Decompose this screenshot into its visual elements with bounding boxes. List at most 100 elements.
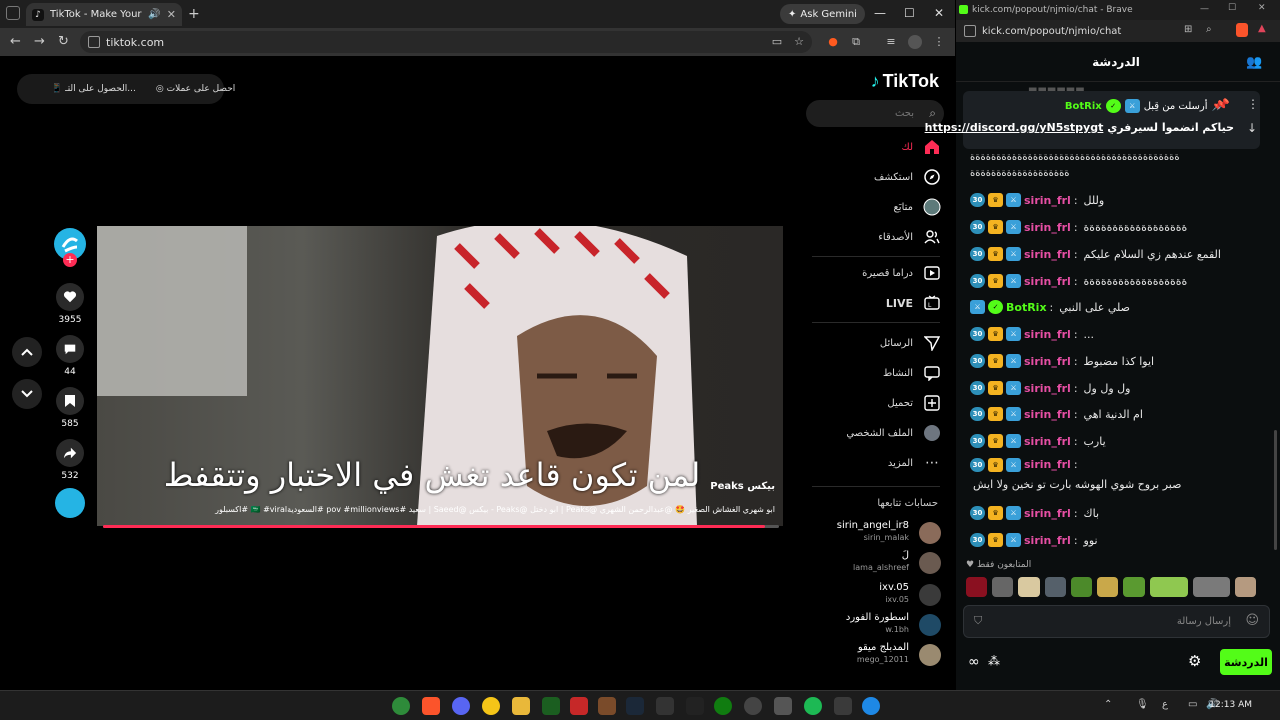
close-tab-icon[interactable]: ✕: [167, 8, 176, 21]
chat-scrollbar[interactable]: [1274, 430, 1277, 550]
cast-icon[interactable]: ▭: [770, 35, 784, 49]
discord-taskbar-icon[interactable]: [452, 697, 470, 715]
app-taskbar-icon[interactable]: [482, 697, 500, 715]
microphone-icon[interactable]: 🎙: [1136, 699, 1149, 710]
tiktok-logo[interactable]: ♪ TikTok: [871, 71, 939, 92]
chrome-taskbar-icon[interactable]: [392, 697, 410, 715]
maximize-button[interactable]: ☐: [1228, 3, 1236, 13]
chat-message[interactable]: 30 ♛ ⚔ sirin_frl: ام الدنية اهي: [970, 404, 1260, 424]
chat-message[interactable]: 30 ♛ ⚔ sirin_frl: القمع عندهم زي السلام عليك…: [970, 244, 1260, 264]
emote[interactable]: [1234, 577, 1256, 597]
following-account[interactable]: لَ lama_alshreef: [811, 550, 941, 576]
emote[interactable]: [1123, 577, 1145, 597]
site-info-icon[interactable]: [88, 36, 100, 48]
tab-list-button[interactable]: [6, 6, 20, 20]
app-taskbar-icon[interactable]: [862, 697, 880, 715]
dots-icon[interactable]: ⁂: [988, 654, 1000, 668]
get-coins-button[interactable]: ◎ احصل على عملات: [156, 84, 235, 94]
brave-taskbar-icon[interactable]: [422, 697, 440, 715]
app-taskbar-icon[interactable]: [744, 697, 762, 715]
file-explorer-taskbar-icon[interactable]: [512, 697, 530, 715]
heart-icon[interactable]: [56, 283, 84, 311]
follow-plus-button[interactable]: +: [63, 253, 77, 267]
comment-icon[interactable]: [56, 335, 84, 363]
chat-username[interactable]: sirin_frl: [1024, 534, 1071, 547]
previous-video-button[interactable]: [12, 337, 42, 367]
pinned-expand-icon[interactable]: ↓: [1247, 121, 1257, 135]
video-player[interactable]: لمن تكون قاعد تغش في الاختبار وتتقفط Pea…: [97, 226, 783, 526]
address-bar[interactable]: tiktok.com: [80, 31, 812, 53]
shield-icon[interactable]: ⛉: [974, 614, 982, 628]
chat-username[interactable]: sirin_frl: [1024, 328, 1071, 341]
nav-messages[interactable]: الرسائل: [880, 334, 941, 352]
app-taskbar-icon[interactable]: [774, 697, 792, 715]
translate-icon[interactable]: ⊞: [1184, 24, 1192, 35]
pinned-menu-icon[interactable]: ⋮: [1247, 97, 1259, 111]
chat-message[interactable]: 30 ♛ ⚔ sirin_frl: ةةةةةةةةةةةةةةةةةة: [970, 271, 1260, 291]
next-video-button[interactable]: [12, 379, 42, 409]
forward-button[interactable]: →: [34, 34, 45, 49]
chat-username[interactable]: sirin_frl: [1024, 221, 1071, 234]
following-account[interactable]: sirin_angel_ir8 sirin_malak: [811, 520, 941, 546]
chat-message[interactable]: 30 ♛ ⚔ sirin_frl: يارب: [970, 431, 1260, 451]
maximize-button[interactable]: ☐: [904, 6, 915, 20]
app-taskbar-icon[interactable]: [598, 697, 616, 715]
nav-activity[interactable]: النشاط: [883, 364, 941, 382]
kick-address-bar[interactable]: kick.com/popout/njmio/chat ⊞ ⌕ ▲: [956, 20, 1280, 42]
chat-message[interactable]: 30 ♛ ⚔ sirin_frl: ايوا كذا مضبوط: [970, 351, 1260, 371]
app-taskbar-icon[interactable]: [656, 697, 674, 715]
chat-input[interactable]: ⛉ إرسال رسالة ☺: [963, 605, 1270, 638]
epic-games-taskbar-icon[interactable]: [686, 697, 704, 715]
emote[interactable]: [1018, 577, 1040, 597]
users-icon[interactable]: 👥: [1246, 55, 1262, 70]
emote[interactable]: [1193, 577, 1230, 597]
tab-tiktok[interactable]: ♪ TikTok - Make Your Day 🔊 ✕: [26, 3, 182, 26]
system-clock[interactable]: 12:13 AM: [1209, 700, 1252, 710]
like-action[interactable]: 3955: [56, 283, 84, 325]
input-language[interactable]: ع: [1162, 699, 1168, 710]
share-action[interactable]: 532: [56, 439, 84, 481]
pinned-username[interactable]: BotRix: [1065, 101, 1102, 112]
following-account[interactable]: المدبلج ميقو mego_12011: [811, 642, 941, 668]
back-button[interactable]: ←: [10, 34, 21, 49]
chat-username[interactable]: sirin_frl: [1024, 275, 1071, 288]
emote[interactable]: [1149, 577, 1189, 597]
get-app-button[interactable]: 📱 الحصول على التـ...: [51, 84, 136, 94]
following-account[interactable]: اسطورة الفورد w.1bh: [811, 612, 941, 638]
nav-friends[interactable]: الأصدقاء: [878, 228, 941, 246]
app-taskbar-icon[interactable]: [542, 697, 560, 715]
minimize-button[interactable]: —: [1200, 4, 1209, 14]
chat-username[interactable]: sirin_frl: [1024, 458, 1071, 471]
video-progress-bar[interactable]: [103, 525, 779, 528]
emote[interactable]: [992, 577, 1014, 597]
chat-message[interactable]: 30 ♛ ⚔ sirin_frl:...: [970, 324, 1260, 344]
brave-rewards-icon[interactable]: ▲: [1258, 23, 1266, 34]
media-controls-icon[interactable]: ≡: [884, 35, 898, 49]
steam-taskbar-icon[interactable]: [626, 697, 644, 715]
site-info-icon[interactable]: [964, 25, 976, 37]
emote[interactable]: [1097, 577, 1119, 597]
app-taskbar-icon[interactable]: [834, 697, 852, 715]
following-account[interactable]: ixv.05 ixv.05: [811, 582, 941, 608]
xbox-taskbar-icon[interactable]: [714, 697, 732, 715]
save-action[interactable]: 585: [56, 387, 84, 429]
app-taskbar-icon[interactable]: [570, 697, 588, 715]
search-input[interactable]: بحث ⌕: [806, 100, 944, 127]
profile-avatar-icon[interactable]: [908, 35, 922, 49]
minimize-button[interactable]: —: [874, 6, 886, 20]
ask-gemini-button[interactable]: ✦ Ask Gemini: [780, 4, 865, 24]
zoom-icon[interactable]: ⌕: [1206, 24, 1212, 35]
emote[interactable]: [1044, 577, 1066, 597]
nav-live[interactable]: LIVE L: [886, 294, 941, 312]
bookmark-icon[interactable]: [56, 387, 84, 415]
speaker-icon[interactable]: 🔊: [148, 9, 160, 20]
close-window-button[interactable]: ✕: [934, 6, 944, 20]
chat-username[interactable]: sirin_frl: [1024, 408, 1071, 421]
chat-username[interactable]: sirin_frl: [1024, 248, 1071, 261]
chat-message[interactable]: ⚔ ✓ BotRix: صلي على النبي: [970, 297, 1260, 317]
infinity-icon[interactable]: ∞: [968, 654, 980, 670]
chat-username[interactable]: sirin_frl: [1024, 435, 1071, 448]
emoji-icon[interactable]: ☺: [1245, 613, 1259, 628]
reload-button[interactable]: ↻: [58, 34, 69, 49]
chat-message[interactable]: 30 ♛ ⚔ sirin_frl: باك: [970, 503, 1260, 523]
